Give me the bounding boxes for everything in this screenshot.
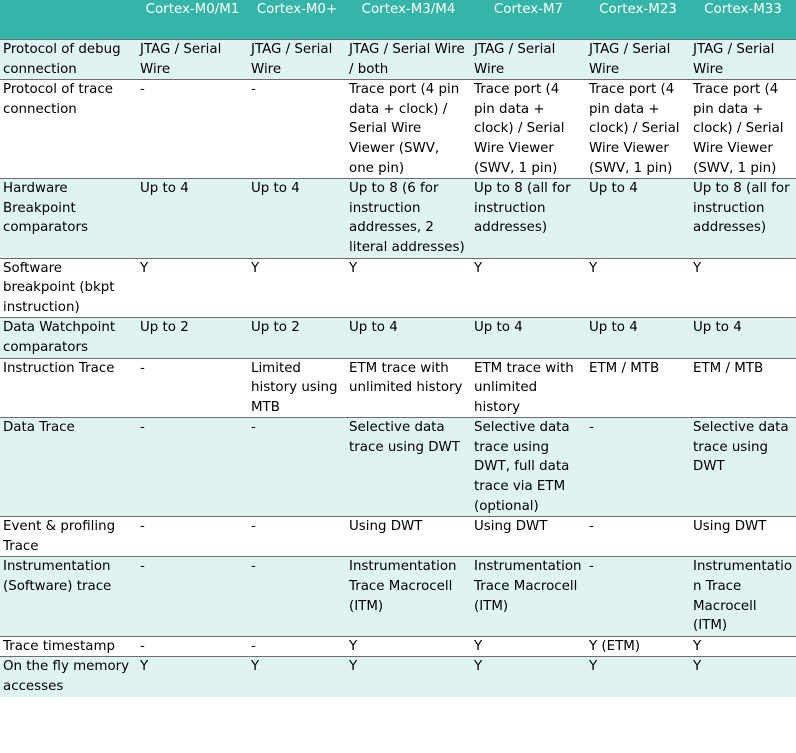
table-row: Event & profiling Trace - - Using DWT Using … [0, 516, 796, 557]
table-cell-m7: Using DWT [471, 516, 586, 557]
table-row: Software breakpoint (bkpt instruction) Y Y… [0, 257, 796, 318]
row-label: Protocol of debug connection [0, 38, 137, 80]
table-cell-m7: Up to 4 [471, 317, 586, 358]
table-cell-m3-m4: Instrumentation Trace Macrocell (ITM) [346, 556, 471, 637]
header-cell-m0plus: Cortex-M0+ [248, 0, 346, 40]
row-label: Instruction Trace [0, 357, 137, 418]
table-cell-m7: Trace port (4 pin data + clock) / Serial… [471, 79, 586, 179]
table-cell-m23: - [586, 417, 690, 517]
table-cell-m23: - [586, 516, 690, 557]
header-cell-m23: Cortex-M23 [586, 0, 690, 40]
table-cell-m23: ETM / MTB [586, 357, 690, 418]
table-cell-m3-m4: Y [346, 257, 471, 318]
table-cell-m3-m4: Up to 4 [346, 317, 471, 358]
row-label: Event & profiling Trace [0, 516, 137, 557]
table-cell-m0plus: Y [248, 257, 346, 318]
row-label: Software breakpoint (bkpt instruction) [0, 257, 137, 318]
table-cell-m0-m1: - [137, 79, 248, 179]
table-row: Data Watchpoint comparators Up to 2 Up to … [0, 317, 796, 358]
table-cell-m3-m4: Up to 8 (6 for instruction addresses, 2 … [346, 178, 471, 259]
table-cell-m0plus: Y [248, 656, 346, 697]
table-cell-m0plus: - [248, 635, 346, 657]
table-cell-m33: Y [690, 635, 796, 657]
table-cell-m23: - [586, 556, 690, 637]
table-cell-m0-m1: - [137, 516, 248, 557]
table-cell-m7: Y [471, 635, 586, 657]
table-cell-m0plus: Up to 4 [248, 178, 346, 259]
table-cell-m7: Y [471, 656, 586, 697]
table-cell-m33: Y [690, 656, 796, 697]
table-cell-m3-m4: Using DWT [346, 516, 471, 557]
table-cell-m0plus: - [248, 516, 346, 557]
table-row: Data Trace - - Selective data trace using D… [0, 417, 796, 517]
table-cell-m0-m1: Y [137, 257, 248, 318]
header-cell-m3-m4: Cortex-M3/M4 [346, 0, 471, 40]
table-cell-m0plus: - [248, 417, 346, 517]
table-cell-m23: Y [586, 656, 690, 697]
table-row: Protocol of debug connection JTAG / Seria… [0, 38, 796, 80]
table-cell-m7: ETM trace with unlimited history [471, 357, 586, 418]
table-cell-m23: Up to 4 [586, 178, 690, 259]
table-cell-m7: Selective data trace using DWT, full dat… [471, 417, 586, 517]
row-label: Trace timestamp [0, 635, 137, 657]
table-cell-m0-m1: - [137, 635, 248, 657]
table-cell-m33: Instrumentation Trace Macrocell (ITM) [690, 556, 796, 637]
debug-features-table: Cortex-M0/M1 Cortex-M0+ Cortex-M3/M4 Cor… [0, 0, 796, 697]
table-cell-m0-m1: JTAG / Serial Wire [137, 38, 248, 80]
table-cell-m0-m1: Up to 4 [137, 178, 248, 259]
table-body: Protocol of debug connection JTAG / Seria… [0, 38, 796, 697]
table-cell-m0plus: - [248, 556, 346, 637]
table-cell-m3-m4: Trace port (4 pin data + clock) / Serial… [346, 79, 471, 179]
table-cell-m3-m4: ETM trace with unlimited history [346, 357, 471, 418]
table-cell-m0-m1: Up to 2 [137, 317, 248, 358]
table-cell-m0plus: JTAG / Serial Wire [248, 38, 346, 80]
table-cell-m3-m4: JTAG / Serial Wire / both [346, 38, 471, 80]
table-cell-m0-m1: - [137, 556, 248, 637]
header-cell-m33: Cortex-M33 [690, 0, 796, 40]
table-cell-m33: Y [690, 257, 796, 318]
row-label: Protocol of trace connection [0, 79, 137, 179]
table-cell-m23: Trace port (4 pin data + clock) / Serial… [586, 79, 690, 179]
table-cell-m23: JTAG / Serial Wire [586, 38, 690, 80]
table-cell-m23: Y (ETM) [586, 635, 690, 657]
table-cell-m3-m4: Y [346, 635, 471, 657]
table-cell-m0plus: - [248, 79, 346, 179]
table-header-row: Cortex-M0/M1 Cortex-M0+ Cortex-M3/M4 Cor… [0, 0, 796, 40]
row-label: Data Watchpoint comparators [0, 317, 137, 358]
table-cell-m7: Instrumentation Trace Macrocell (ITM) [471, 556, 586, 637]
table-row: Hardware Breakpoint comparators Up to 4 Up… [0, 178, 796, 259]
header-cell-m7: Cortex-M7 [471, 0, 586, 40]
table-cell-m7: Y [471, 257, 586, 318]
table-row: Instruction Trace - Limited history using … [0, 357, 796, 418]
header-cell-feature [0, 0, 137, 40]
table-cell-m0plus: Limited history using MTB [248, 357, 346, 418]
table-cell-m3-m4: Y [346, 656, 471, 697]
table-cell-m7: Up to 8 (all for instruction addresses) [471, 178, 586, 259]
table-cell-m33: Up to 8 (all for instruction addresses) [690, 178, 796, 259]
table-cell-m33: Trace port (4 pin data + clock) / Serial… [690, 79, 796, 179]
table-cell-m33: Selective data trace using DWT [690, 417, 796, 517]
row-label: On the fly memory accesses [0, 656, 137, 697]
table-cell-m0-m1: - [137, 357, 248, 418]
row-label: Hardware Breakpoint comparators [0, 178, 137, 259]
table-row: Protocol of trace connection - - Trace port… [0, 79, 796, 179]
table-row: Trace timestamp - - Y Y Y (ETM) Y [0, 635, 796, 657]
table-cell-m33: JTAG / Serial Wire [690, 38, 796, 80]
table-cell-m0-m1: Y [137, 656, 248, 697]
table-cell-m0-m1: - [137, 417, 248, 517]
table-cell-m33: ETM / MTB [690, 357, 796, 418]
table-cell-m3-m4: Selective data trace using DWT [346, 417, 471, 517]
table-row: Instrumentation (Software) trace - - Instru… [0, 556, 796, 637]
header-cell-m0-m1: Cortex-M0/M1 [137, 0, 248, 40]
row-label: Data Trace [0, 417, 137, 517]
table-cell-m23: Up to 4 [586, 317, 690, 358]
table-cell-m33: Up to 4 [690, 317, 796, 358]
table-cell-m7: JTAG / Serial Wire [471, 38, 586, 80]
table-cell-m23: Y [586, 257, 690, 318]
table-cell-m33: Using DWT [690, 516, 796, 557]
table-cell-m0plus: Up to 2 [248, 317, 346, 358]
table-row: On the fly memory accesses Y Y Y Y Y Y [0, 656, 796, 697]
row-label: Instrumentation (Software) trace [0, 556, 137, 637]
